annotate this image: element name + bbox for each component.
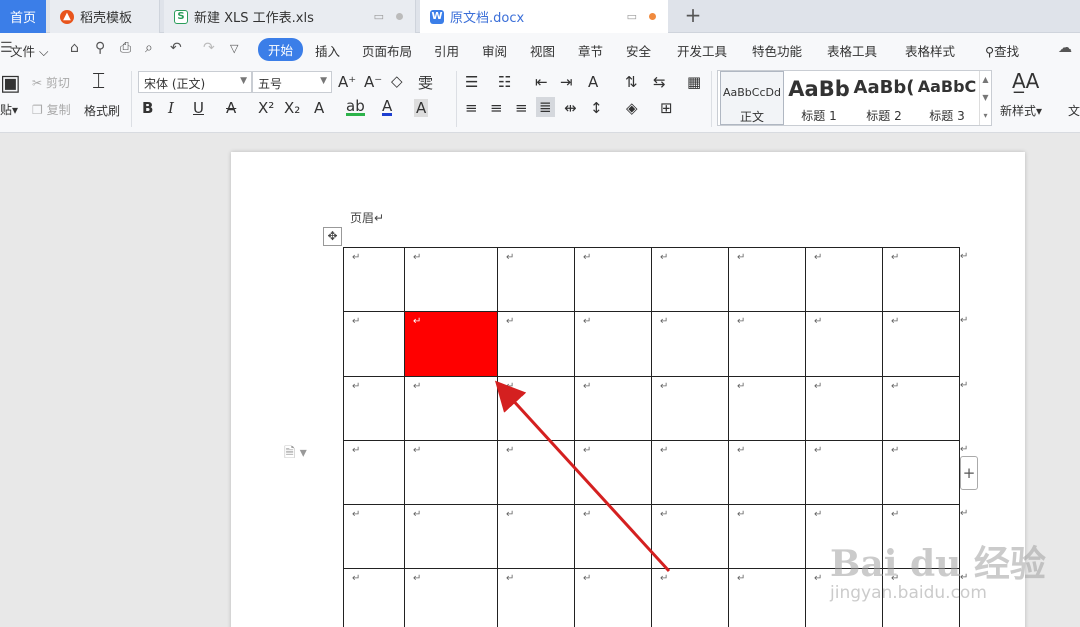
annotation-overlay [494, 380, 671, 573]
annotation-arrow [494, 380, 671, 573]
watermark-brand: Bai du 经验 [830, 543, 1046, 585]
watermark: Bai du 经验 jingyan.baidu.com [830, 535, 1046, 603]
